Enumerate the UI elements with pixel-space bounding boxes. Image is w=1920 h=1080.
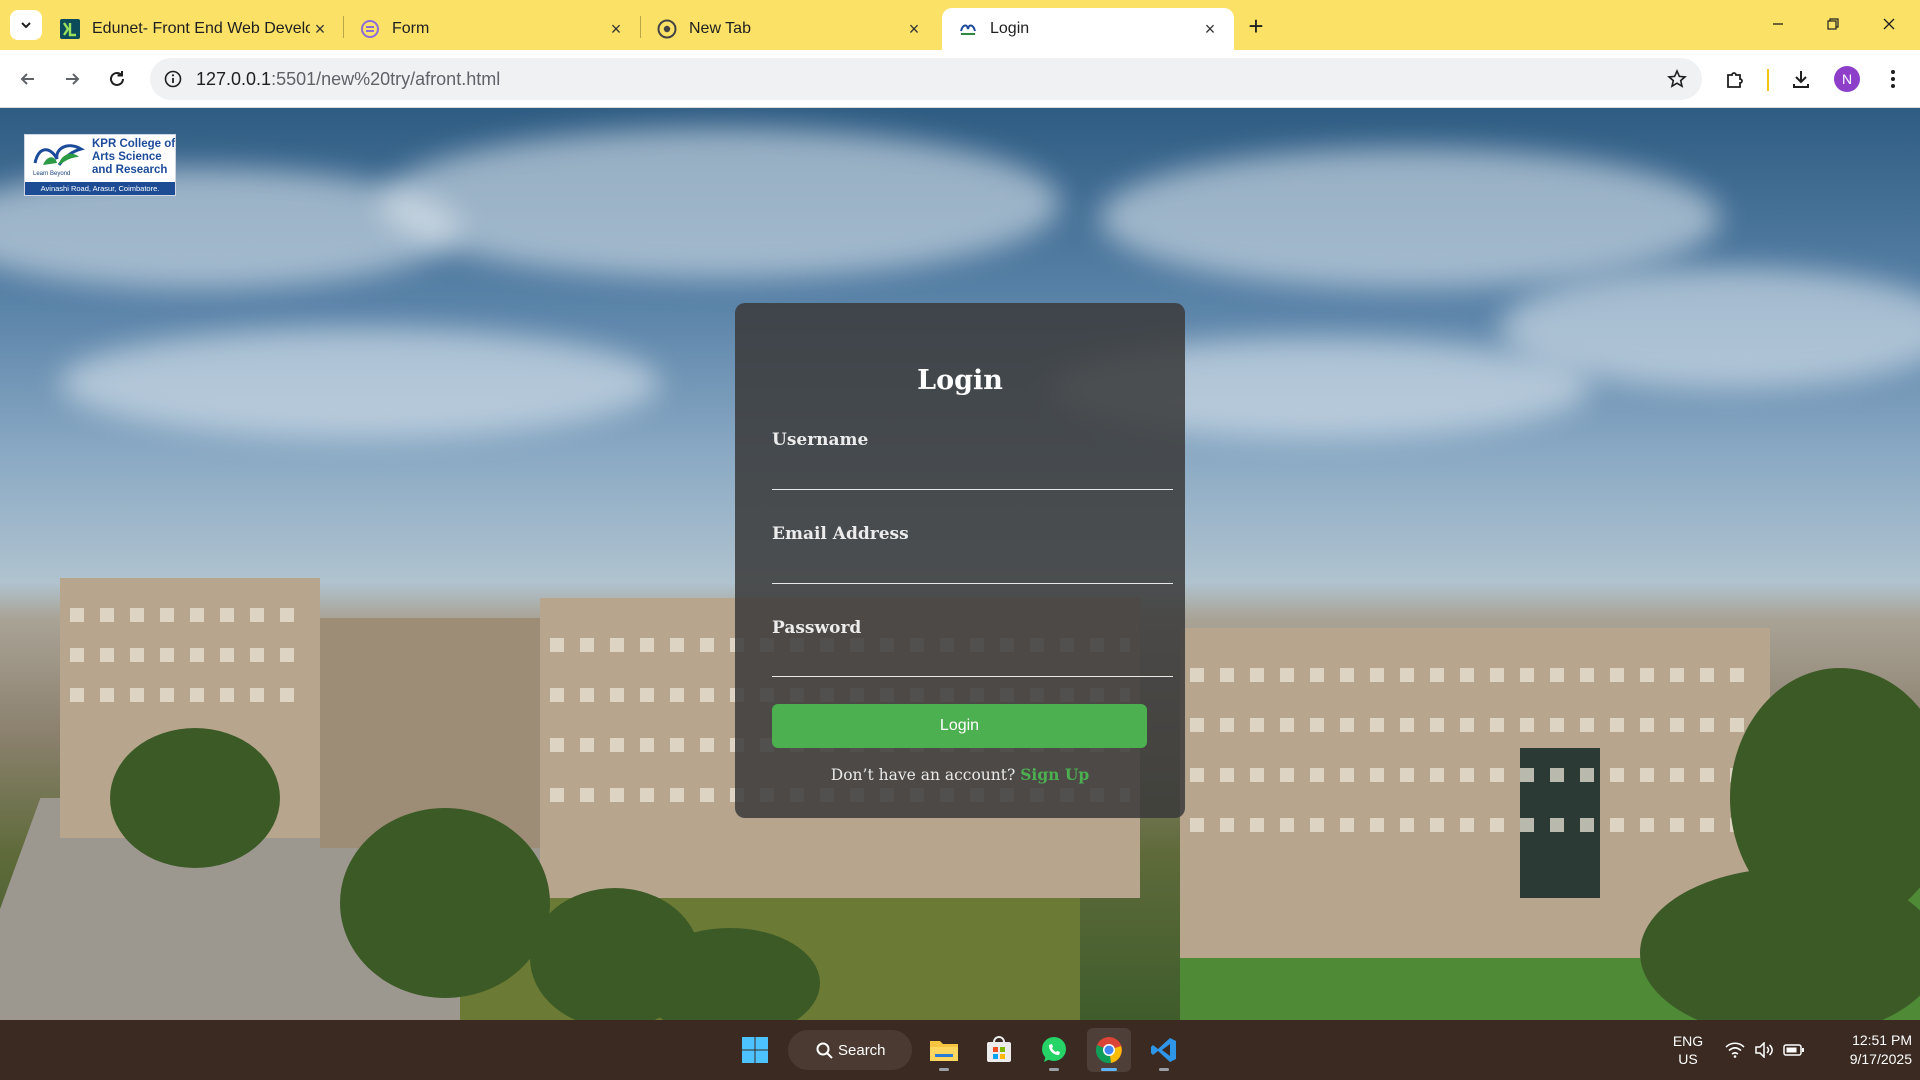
taskbar-chrome[interactable] bbox=[1087, 1028, 1131, 1072]
username-label: Username bbox=[772, 430, 869, 450]
language-indicator[interactable]: ENG US bbox=[1668, 1032, 1708, 1068]
username-input[interactable] bbox=[772, 458, 1173, 490]
college-logo: Learn Beyond KPR College of Arts Science… bbox=[24, 134, 176, 196]
chevron-down-icon bbox=[21, 22, 31, 29]
signup-row: Don’t have an account? Sign Up bbox=[735, 765, 1185, 784]
language-line: US bbox=[1678, 1051, 1698, 1067]
login-title: Login bbox=[917, 365, 1003, 396]
menu-button[interactable] bbox=[1877, 63, 1909, 95]
chrome-icon bbox=[1095, 1037, 1122, 1064]
start-button[interactable] bbox=[733, 1028, 777, 1072]
running-indicator bbox=[1049, 1068, 1059, 1071]
url-path: :5501/new%20try/afront.html bbox=[271, 69, 501, 89]
microsoft-store-icon bbox=[987, 1036, 1011, 1062]
close-tab-icon[interactable]: × bbox=[310, 19, 330, 39]
search-icon bbox=[816, 1042, 833, 1059]
language-line: ENG bbox=[1672, 1033, 1704, 1049]
taskbar-vscode[interactable] bbox=[1142, 1028, 1186, 1072]
more-vertical-icon bbox=[1891, 70, 1895, 88]
taskbar-microsoft-store[interactable] bbox=[977, 1028, 1021, 1072]
logo-tagline: Learn Beyond bbox=[33, 171, 71, 177]
avatar: N bbox=[1834, 66, 1860, 92]
tab-new-tab[interactable]: New Tab × bbox=[641, 8, 938, 50]
running-indicator bbox=[1159, 1068, 1169, 1071]
search-label: Search bbox=[838, 1041, 886, 1059]
volume-icon[interactable] bbox=[1753, 1040, 1775, 1060]
puzzle-icon bbox=[1727, 72, 1743, 88]
running-indicator bbox=[939, 1068, 949, 1071]
reload-icon bbox=[110, 71, 124, 86]
email-label: Email Address bbox=[772, 524, 909, 544]
taskbar-file-explorer[interactable] bbox=[922, 1028, 966, 1072]
login-button[interactable]: Login bbox=[772, 704, 1147, 748]
windows-taskbar: Search ENG US 12:51 PM 9/17/2025 bbox=[0, 1020, 1920, 1080]
close-tab-icon[interactable]: × bbox=[904, 19, 924, 39]
password-input[interactable] bbox=[772, 645, 1173, 677]
wifi-icon[interactable] bbox=[1724, 1040, 1746, 1060]
restore-button[interactable] bbox=[1810, 8, 1856, 40]
email-input[interactable] bbox=[772, 552, 1173, 584]
taskbar-search[interactable]: Search bbox=[788, 1030, 912, 1070]
taskbar-whatsapp[interactable] bbox=[1032, 1028, 1076, 1072]
tab-title: Form bbox=[392, 20, 430, 37]
profile-button[interactable]: N bbox=[1831, 63, 1863, 95]
close-window-button[interactable] bbox=[1866, 8, 1912, 40]
clock-time: 12:51 PM bbox=[1852, 1032, 1912, 1048]
tab-title: New Tab bbox=[689, 20, 751, 37]
logo-name-line: Arts Science bbox=[92, 151, 162, 163]
arrow-right-icon bbox=[66, 73, 80, 85]
clock-date: 9/17/2025 bbox=[1849, 1051, 1912, 1067]
college-logo-icon bbox=[958, 19, 978, 39]
address-bar[interactable]: 127.0.0.1:5501/new%20try/afront.html bbox=[150, 58, 1702, 100]
signup-link[interactable]: Sign Up bbox=[1020, 765, 1089, 784]
download-icon bbox=[1793, 71, 1809, 88]
tab-edunet[interactable]: Edunet- Front End Web Develop × bbox=[44, 8, 344, 50]
signup-prompt: Don’t have an account? bbox=[830, 766, 1016, 784]
logo-name-line: and Research bbox=[92, 164, 168, 176]
login-card: Login Username Email Address Password Lo… bbox=[735, 303, 1185, 818]
system-clock[interactable]: 12:51 PM 9/17/2025 bbox=[1812, 1031, 1912, 1069]
close-tab-icon[interactable]: × bbox=[606, 19, 626, 39]
new-tab-button[interactable]: + bbox=[1242, 11, 1270, 41]
tab-title: Edunet- Front End Web Develop bbox=[92, 20, 310, 37]
logo-address: Avinashi Road, Arasur, Coimbatore. bbox=[25, 182, 175, 195]
minimize-icon bbox=[1773, 23, 1783, 25]
downloads-button[interactable] bbox=[1785, 63, 1817, 95]
chrome-icon bbox=[657, 19, 677, 39]
minimize-button[interactable] bbox=[1755, 8, 1801, 40]
password-label: Password bbox=[772, 618, 862, 638]
close-tab-icon[interactable]: × bbox=[1200, 19, 1220, 39]
browser-tab-strip: Edunet- Front End Web Develop × Form × N… bbox=[0, 0, 1920, 50]
whatsapp-icon bbox=[1042, 1037, 1066, 1062]
reload-button[interactable] bbox=[101, 63, 133, 95]
url-text[interactable]: 127.0.0.1:5501/new%20try/afront.html bbox=[196, 69, 500, 90]
back-button[interactable] bbox=[12, 63, 44, 95]
tab-search-button[interactable] bbox=[10, 10, 42, 40]
file-explorer-icon bbox=[930, 1041, 958, 1061]
logo-name: KPR College of Arts Science and Research bbox=[92, 138, 176, 177]
tab-form[interactable]: Form × bbox=[344, 8, 640, 50]
logo-name-line: KPR College of bbox=[92, 138, 176, 150]
forward-button[interactable] bbox=[56, 63, 88, 95]
battery-icon[interactable] bbox=[1783, 1040, 1805, 1060]
toolbar-divider bbox=[1767, 69, 1769, 91]
running-indicator bbox=[1101, 1068, 1117, 1071]
edunet-logo-icon bbox=[60, 19, 80, 39]
vscode-icon bbox=[1151, 1038, 1176, 1062]
extensions-button[interactable] bbox=[1719, 63, 1751, 95]
tab-title: Login bbox=[990, 20, 1030, 37]
arrow-left-icon bbox=[20, 73, 34, 85]
windows-start-icon bbox=[742, 1037, 768, 1063]
restore-icon bbox=[1827, 18, 1839, 30]
browser-toolbar: 127.0.0.1:5501/new%20try/afront.html N bbox=[0, 50, 1920, 108]
close-icon bbox=[1883, 18, 1895, 30]
tab-login[interactable]: Login × bbox=[942, 8, 1234, 50]
site-info-icon[interactable] bbox=[160, 66, 186, 92]
form-app-icon bbox=[360, 19, 380, 39]
bookmark-star-icon[interactable] bbox=[1664, 66, 1690, 92]
page-viewport: Learn Beyond KPR College of Arts Science… bbox=[0, 108, 1920, 1020]
url-host: 127.0.0.1 bbox=[196, 69, 272, 89]
